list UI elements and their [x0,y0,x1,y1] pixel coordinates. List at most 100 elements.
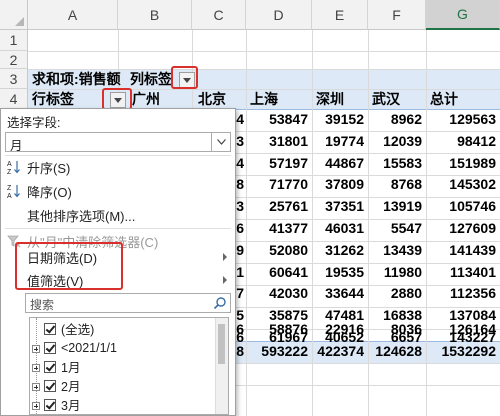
pivot-data-cell[interactable]: 44867 [312,153,364,174]
city-header-shenzhen: 深圳 [316,91,344,107]
field-select[interactable]: 月 [5,132,231,153]
pivot-data-cell[interactable]: 33644 [312,283,364,304]
pivot-data-cell[interactable]: 57197 [246,153,308,174]
filter-values-list[interactable]: (全选) <2021/1/1 1月 2月 3月 4月 [29,317,229,415]
pivot-data-cell[interactable]: 53847 [246,109,308,130]
pivot-data-cell[interactable]: 31262 [312,240,364,261]
expand-tree-icon[interactable] [32,402,40,410]
checkbox-checked-icon[interactable] [44,360,56,373]
pivot-data-cell[interactable]: 12039 [368,131,422,152]
pivot-data-cell[interactable]: 19535 [312,262,364,283]
pivot-data-cell[interactable]: 105746 [426,196,496,217]
filter-dropdown-panel: 选择字段: 月 AZ 升序(S) ZA 降序(O) 其他排序选项(M)... 从… [0,108,236,416]
checkbox-checked-icon[interactable] [44,398,56,411]
pivot-data-cell[interactable]: 98412 [426,131,496,152]
column-header-e[interactable]: E [312,0,368,30]
list-item-label: 3月 [61,399,81,413]
pivot-data-cell[interactable]: 19774 [312,131,364,152]
list-item-apr[interactable]: 4月 [44,413,80,415]
search-icon[interactable] [213,296,227,313]
pivot-data-cell[interactable]: 13439 [368,240,422,261]
list-item-label: 2月 [61,380,81,394]
pivot-data-cell[interactable]: 60641 [246,262,308,283]
city-header-guangzhou: 广州 [132,91,160,107]
list-item-feb[interactable]: 2月 [44,375,80,396]
pivot-data-cell[interactable]: 126164 [426,319,496,340]
pivot-data-cell[interactable]: 151989 [426,153,496,174]
pivot-data-cell[interactable]: 8768 [368,174,422,195]
pivot-data-cell[interactable]: 145302 [426,174,496,195]
column-header-d[interactable]: D [246,0,312,30]
pivot-data-cell[interactable]: 71770 [246,174,308,195]
row-header-4[interactable]: 4 [0,89,28,109]
column-header-c[interactable]: C [192,0,246,30]
sort-ascending-label: 升序(S) [27,160,71,176]
expand-tree-icon[interactable] [32,345,40,353]
city-header-shanghai: 上海 [250,91,278,107]
pivot-row-labels: 行标签 [32,91,74,107]
list-item-label: 4月 [61,414,80,415]
pivot-data-cell[interactable]: 52080 [246,240,308,261]
chevron-down-icon[interactable] [211,133,230,151]
pivot-grand-total-cell[interactable]: 124628 [368,341,422,362]
pivot-data-cell[interactable]: 127609 [426,218,496,239]
column-header-f[interactable]: F [368,0,426,30]
spreadsheet: A B C D E F G 1 2 3 4 求和项:销售额 列标签 行标签 广州… [0,0,500,416]
list-scrollbar[interactable] [215,318,228,414]
pivot-data-cell[interactable]: 141439 [426,240,496,261]
more-sort-options-item[interactable]: 其他排序选项(M)... [1,203,235,227]
pivot-data-cell[interactable]: 46031 [312,218,364,239]
checkbox-checked-icon[interactable] [44,322,56,335]
city-header-total: 总计 [430,91,458,107]
pivot-data-cell[interactable]: 129563 [426,109,496,130]
pivot-data-cell[interactable]: 8962 [368,109,422,130]
svg-text:A: A [7,193,12,199]
select-all-corner[interactable] [0,0,28,30]
pivot-data-cell[interactable]: 112356 [426,283,496,304]
pivot-data-cell[interactable]: 25761 [246,196,308,217]
pivot-data-cell[interactable]: 15583 [368,153,422,174]
checkbox-checked-icon[interactable] [44,341,56,354]
field-select-value: 月 [10,139,23,153]
list-item-label: (全选) [61,323,95,337]
sort-descending-icon: ZA [1,183,27,199]
column-header-b[interactable]: B [118,0,192,30]
pivot-data-cell[interactable]: 31801 [246,131,308,152]
pivot-data-cell[interactable]: 113401 [426,262,496,283]
checkbox-checked-icon[interactable] [44,379,56,392]
list-item-label: 1月 [61,361,81,375]
pivot-data-cell[interactable]: 5547 [368,218,422,239]
pivot-data-cell[interactable]: 13919 [368,196,422,217]
list-item-jan[interactable]: 1月 [44,356,80,377]
search-input[interactable]: 搜索 [25,293,231,313]
pivot-grand-total-cell[interactable]: 1532292 [426,341,496,362]
pivot-data-cell[interactable]: 2880 [368,283,422,304]
pivot-data-cell[interactable]: 41377 [246,218,308,239]
expand-tree-icon[interactable] [32,364,40,372]
list-item-mar[interactable]: 3月 [44,394,81,414]
column-header-g[interactable]: G [426,0,500,30]
sort-ascending-item[interactable]: AZ 升序(S) [1,155,235,179]
search-placeholder: 搜索 [30,298,55,312]
pivot-data-cell[interactable]: 37809 [312,174,364,195]
column-header-a[interactable]: A [28,0,118,30]
row-header-1[interactable]: 1 [0,30,28,51]
sort-descending-item[interactable]: ZA 降序(O) [1,179,235,203]
expand-tree-icon[interactable] [32,383,40,391]
list-item-before-2021[interactable]: <2021/1/1 [44,337,117,358]
pivot-data-cell[interactable]: 11980 [368,262,422,283]
pivot-data-cell[interactable]: 58876 [246,319,308,340]
pivot-data-cell[interactable]: 39152 [312,109,364,130]
pivot-data-cell[interactable]: 22916 [312,319,364,340]
pivot-grand-total-cell[interactable]: 593222 [246,341,308,362]
pivot-data-cell[interactable]: 8036 [368,319,422,340]
row-header-2[interactable]: 2 [0,51,28,69]
pivot-data-cell[interactable]: 42030 [246,283,308,304]
pivot-grand-total-cell[interactable]: 422374 [312,341,364,362]
city-header-wuhan: 武汉 [372,91,400,107]
list-item-select-all[interactable]: (全选) [44,318,94,339]
scrollbar-thumb[interactable] [218,324,225,364]
row-header-3[interactable]: 3 [0,69,28,89]
pivot-data-cell[interactable]: 37351 [312,196,364,217]
svg-text:Z: Z [7,169,12,175]
